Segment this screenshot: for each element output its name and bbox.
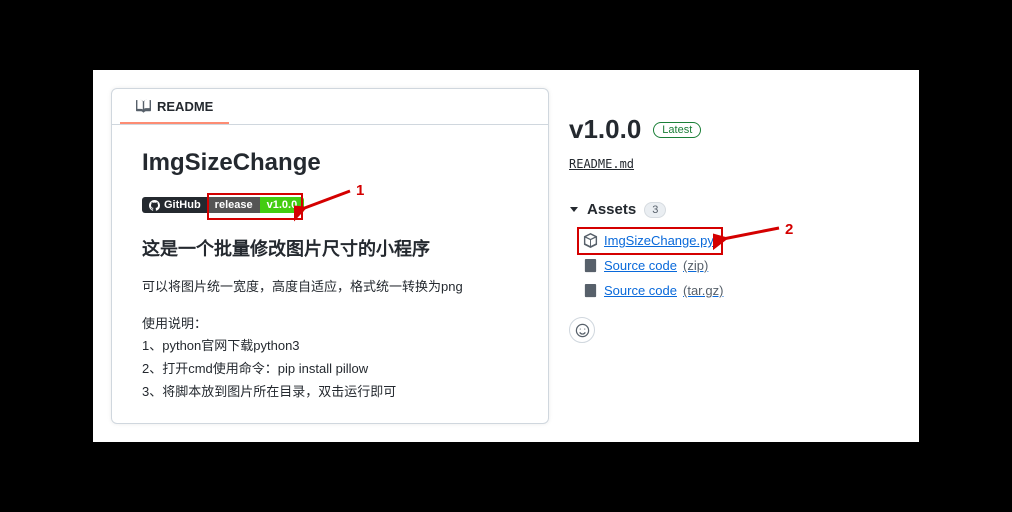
readme-description: 可以将图片统一宽度，高度自适应，格式统一转换为png	[142, 277, 518, 297]
assets-header[interactable]: Assets 3	[569, 201, 899, 218]
asset-name: Source code	[604, 258, 677, 273]
caret-down-icon	[569, 205, 579, 215]
smiley-icon	[575, 323, 590, 338]
release-badge-label: release	[208, 197, 260, 213]
annotation-label-2: 2	[785, 221, 793, 238]
asset-suffix: (tar.gz)	[683, 283, 723, 298]
readme-md-link[interactable]: README.md	[569, 157, 634, 171]
release-header: v1.0.0 Latest	[569, 114, 899, 145]
readme-title: ImgSizeChange	[142, 149, 518, 177]
usage-step-3: 3、将脚本放到图片所在目录，双击运行即可	[142, 381, 518, 404]
asset-source-zip[interactable]: Source code (zip)	[583, 253, 708, 278]
release-version: v1.0.0	[569, 114, 641, 145]
react-button[interactable]	[569, 317, 595, 343]
release-badge[interactable]: GitHub release v1.0.0	[142, 197, 304, 213]
page-frame: README ImgSizeChange GitHub release v1.0…	[93, 70, 919, 442]
readme-tab[interactable]: README	[120, 89, 229, 124]
readme-panel: README ImgSizeChange GitHub release v1.0…	[111, 88, 549, 424]
asset-suffix: (zip)	[683, 258, 708, 273]
readme-usage: 使用说明： 1、python官网下载python3 2、打开cmd使用命令：pi…	[142, 313, 518, 404]
usage-title: 使用说明：	[142, 313, 518, 336]
readme-subtitle: 这是一个批量修改图片尺寸的小程序	[142, 235, 518, 261]
annotation-arrow-2: 2	[713, 221, 797, 251]
readme-tab-label: README	[157, 99, 213, 114]
release-badge-version: v1.0.0	[260, 197, 305, 213]
zip-icon	[583, 283, 598, 298]
assets-title: Assets	[587, 201, 636, 218]
asset-name: ImgSizeChange.py	[604, 233, 714, 248]
tab-bar: README	[112, 89, 548, 125]
asset-imgsizechange-py[interactable]: ImgSizeChange.py	[583, 228, 714, 253]
package-icon	[583, 233, 598, 248]
asset-source-targz[interactable]: Source code (tar.gz)	[583, 278, 723, 303]
usage-step-2: 2、打开cmd使用命令：pip install pillow	[142, 358, 518, 381]
github-icon	[149, 200, 160, 211]
readme-body: ImgSizeChange GitHub release v1.0.0 这是一个…	[112, 125, 548, 428]
zip-icon	[583, 258, 598, 273]
usage-step-1: 1、python官网下载python3	[142, 335, 518, 358]
github-badge-segment: GitHub	[142, 197, 208, 213]
assets-wrap: ImgSizeChange.py Source code (zip) Sourc…	[569, 228, 899, 303]
book-icon	[136, 99, 151, 114]
latest-badge: Latest	[653, 122, 701, 138]
release-panel: v1.0.0 Latest README.md Assets 3 ImgSize…	[569, 88, 899, 424]
assets-count: 3	[644, 202, 666, 218]
asset-name: Source code	[604, 283, 677, 298]
